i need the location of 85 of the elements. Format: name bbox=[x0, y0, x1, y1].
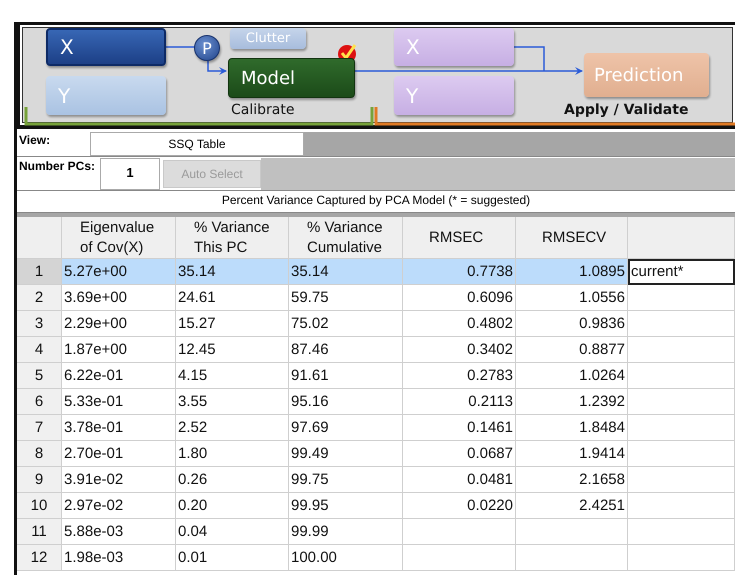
table-cell: 0.4802 bbox=[403, 311, 516, 337]
row-header[interactable]: 11 bbox=[17, 519, 62, 545]
table-cell: 91.61 bbox=[289, 363, 403, 389]
table-cell: 2.1658 bbox=[516, 467, 628, 493]
row-header[interactable]: 3 bbox=[17, 311, 62, 337]
table-cell: 0.2113 bbox=[403, 389, 516, 415]
table-cell: 0.0481 bbox=[403, 467, 516, 493]
table-cell: 2.52 bbox=[176, 415, 289, 441]
row-header[interactable]: 6 bbox=[17, 389, 62, 415]
row-header[interactable]: 9 bbox=[17, 467, 62, 493]
table-cell: 6.22e-01 bbox=[62, 363, 176, 389]
table-cell: 2.97e-02 bbox=[62, 493, 176, 519]
table-cell: 0.26 bbox=[176, 467, 289, 493]
table-cell: 35.14 bbox=[289, 259, 403, 285]
table-cell: 95.16 bbox=[289, 389, 403, 415]
connector-line bbox=[514, 46, 545, 71]
table-cell: 2.29e+00 bbox=[62, 311, 176, 337]
table-cell: 3.55 bbox=[176, 389, 289, 415]
table-cell: 87.46 bbox=[289, 337, 403, 363]
table-cell: 0.9836 bbox=[516, 311, 628, 337]
table-cell: 0.7738 bbox=[403, 259, 516, 285]
table-cell: 1.9414 bbox=[516, 441, 628, 467]
table-cell: 100.00 bbox=[289, 545, 403, 571]
column-header[interactable]: RMSECV bbox=[516, 217, 628, 259]
table-cell: 24.61 bbox=[176, 285, 289, 311]
table-cell: 2.4251 bbox=[516, 493, 628, 519]
table-cell: current* bbox=[628, 259, 735, 285]
row-header[interactable]: 8 bbox=[17, 441, 62, 467]
row-header[interactable]: 10 bbox=[17, 493, 62, 519]
row-header[interactable]: 1 bbox=[17, 259, 62, 285]
row-header[interactable]: 12 bbox=[17, 545, 62, 571]
table-cell: 0.0220 bbox=[403, 493, 516, 519]
table-cell: 0.3402 bbox=[403, 337, 516, 363]
table-cell: 3.69e+00 bbox=[62, 285, 176, 311]
table-cell: 1.87e+00 bbox=[62, 337, 176, 363]
table-cell: 0.2783 bbox=[403, 363, 516, 389]
table-cell: 1.2392 bbox=[516, 389, 628, 415]
table-cell: 75.02 bbox=[289, 311, 403, 337]
table-cell: 99.99 bbox=[289, 519, 403, 545]
table-cell: 99.75 bbox=[289, 467, 403, 493]
row-header[interactable]: 4 bbox=[17, 337, 62, 363]
table-cell: 5.27e+00 bbox=[62, 259, 176, 285]
column-header[interactable]: Eigenvalue of Cov(X) bbox=[62, 217, 176, 259]
table-cell: 59.75 bbox=[289, 285, 403, 311]
table-cell: 0.01 bbox=[176, 545, 289, 571]
table-cell: 1.80 bbox=[176, 441, 289, 467]
table-cell: 5.88e-03 bbox=[62, 519, 176, 545]
preprocessing-node[interactable]: P bbox=[194, 35, 220, 61]
column-header[interactable]: % Variance Cumulative bbox=[289, 217, 403, 259]
table-cell: 5.33e-01 bbox=[62, 389, 176, 415]
corner-cell bbox=[17, 217, 62, 259]
row-header[interactable]: 2 bbox=[17, 285, 62, 311]
table-cell: 0.04 bbox=[176, 519, 289, 545]
table-cell: 15.27 bbox=[176, 311, 289, 337]
table-cell: 1.0264 bbox=[516, 363, 628, 389]
column-header[interactable]: % Variance This PC bbox=[176, 217, 289, 259]
row-header[interactable]: 5 bbox=[17, 363, 62, 389]
table-cell: 0.0687 bbox=[403, 441, 516, 467]
table-cell: 1.98e-03 bbox=[62, 545, 176, 571]
table-cell: 4.15 bbox=[176, 363, 289, 389]
table-cell: 97.69 bbox=[289, 415, 403, 441]
table-cell: 99.49 bbox=[289, 441, 403, 467]
table-cell: 3.78e-01 bbox=[62, 415, 176, 441]
table-cell: 0.20 bbox=[176, 493, 289, 519]
view-dropdown[interactable]: SSQ Table bbox=[90, 132, 304, 156]
table-cell: 12.45 bbox=[176, 337, 289, 363]
column-header[interactable]: RMSEC bbox=[403, 217, 516, 259]
table-cell: 3.91e-02 bbox=[62, 467, 176, 493]
table-caption: Percent Variance Captured by PCA Model (* = suggested) bbox=[222, 193, 530, 207]
table-cell: 2.70e-01 bbox=[62, 441, 176, 467]
connector-arrow bbox=[207, 61, 227, 75]
table-cell: 35.14 bbox=[176, 259, 289, 285]
section-label: Calibrate bbox=[231, 102, 294, 118]
table-cell: 0.1461 bbox=[403, 415, 516, 441]
section-label: Apply / Validate bbox=[564, 102, 688, 118]
table-cell: 1.0556 bbox=[516, 285, 628, 311]
table-cell: 0.6096 bbox=[403, 285, 516, 311]
row-header[interactable]: 7 bbox=[17, 415, 62, 441]
table-cell: 0.8877 bbox=[516, 337, 628, 363]
table-cell: 99.95 bbox=[289, 493, 403, 519]
table-cell: 1.8484 bbox=[516, 415, 628, 441]
x-block[interactable]: X bbox=[46, 28, 166, 66]
number-pcs-field[interactable]: 1 bbox=[100, 158, 160, 190]
table-cell: 1.0895 bbox=[516, 259, 628, 285]
model-block[interactable]: Model bbox=[228, 58, 355, 98]
